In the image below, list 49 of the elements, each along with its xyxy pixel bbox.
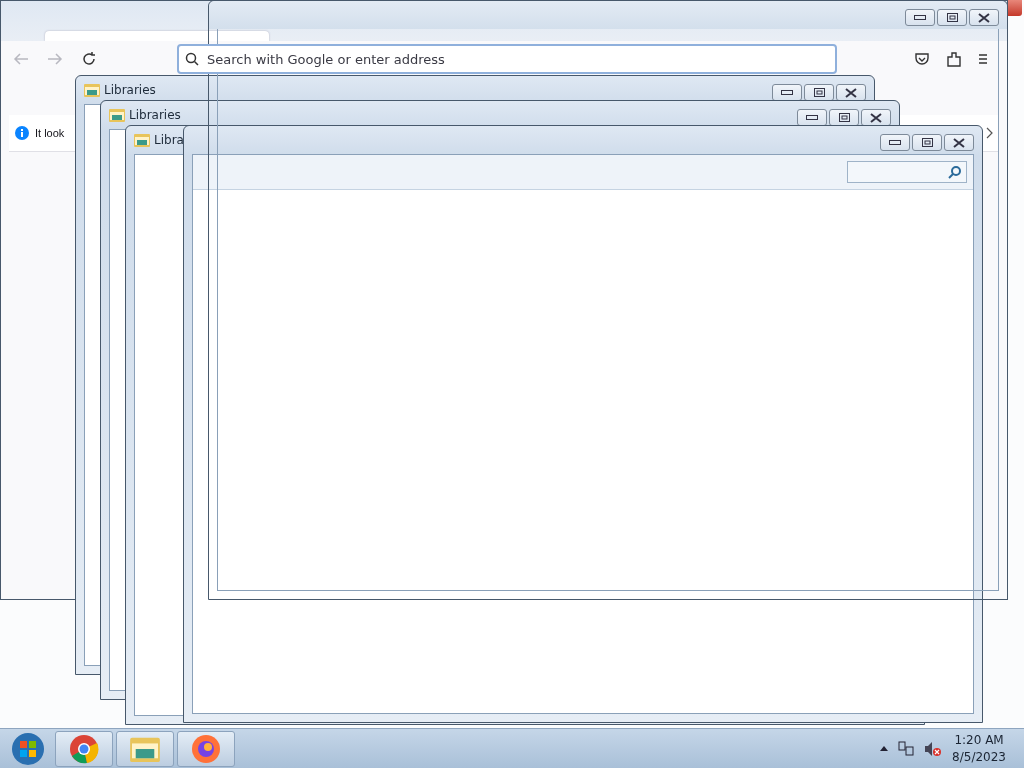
clock-time: 1:20 AM — [954, 731, 1004, 749]
clock-date: 8/5/2023 — [952, 748, 1006, 766]
chrome-icon — [69, 733, 99, 764]
puzzle-icon[interactable] — [947, 51, 961, 67]
taskbar-app-button[interactable] — [177, 730, 235, 767]
window-title: Libraries — [104, 83, 156, 97]
address-bar[interactable]: Search with Google or enter address — [177, 44, 837, 74]
window-title: Libra — [154, 133, 184, 147]
libraries-icon — [134, 133, 150, 147]
maximize-icon — [813, 88, 825, 97]
minimize-icon — [806, 115, 818, 120]
muted-speaker-icon[interactable] — [924, 740, 943, 757]
maximize-icon — [921, 138, 933, 147]
maximize-icon — [946, 13, 958, 22]
clock[interactable]: 1:20 AM 8/5/2023 — [952, 731, 1006, 766]
reload-icon[interactable] — [81, 51, 97, 67]
minimize-button[interactable] — [880, 134, 910, 151]
libraries-icon — [84, 83, 100, 97]
window-title: Libraries — [129, 108, 181, 122]
minimize-icon — [781, 90, 793, 95]
folder-icon — [130, 735, 160, 762]
close-button[interactable] — [944, 134, 974, 151]
pocket-icon[interactable] — [915, 52, 929, 66]
maximize-icon — [838, 113, 850, 122]
close-icon — [978, 12, 990, 23]
maximize-button[interactable] — [937, 9, 967, 26]
notification-text: It look — [35, 127, 65, 139]
search-field[interactable] — [847, 161, 967, 183]
firefox-icon — [191, 733, 221, 764]
info-icon — [15, 125, 29, 141]
minimize-button[interactable] — [905, 9, 935, 26]
close-icon — [845, 87, 857, 98]
search-icon — [948, 165, 962, 179]
taskbar-app-button[interactable] — [116, 730, 174, 767]
close-icon — [870, 112, 882, 123]
close-button[interactable] — [969, 9, 999, 26]
search-icon — [185, 52, 199, 66]
network-icon[interactable] — [898, 740, 915, 757]
maximize-button[interactable] — [912, 134, 942, 151]
chevron-right-icon[interactable] — [986, 127, 993, 139]
minimize-icon — [914, 15, 926, 20]
address-placeholder: Search with Google or enter address — [207, 51, 445, 67]
close-icon — [953, 137, 965, 148]
minimize-icon — [889, 140, 901, 145]
libraries-icon — [109, 108, 125, 122]
show-hidden-icons-icon[interactable] — [880, 746, 889, 751]
windows-logo-icon — [11, 731, 45, 766]
taskbar-app-button[interactable] — [55, 730, 113, 767]
menu-icon[interactable] — [979, 53, 987, 65]
